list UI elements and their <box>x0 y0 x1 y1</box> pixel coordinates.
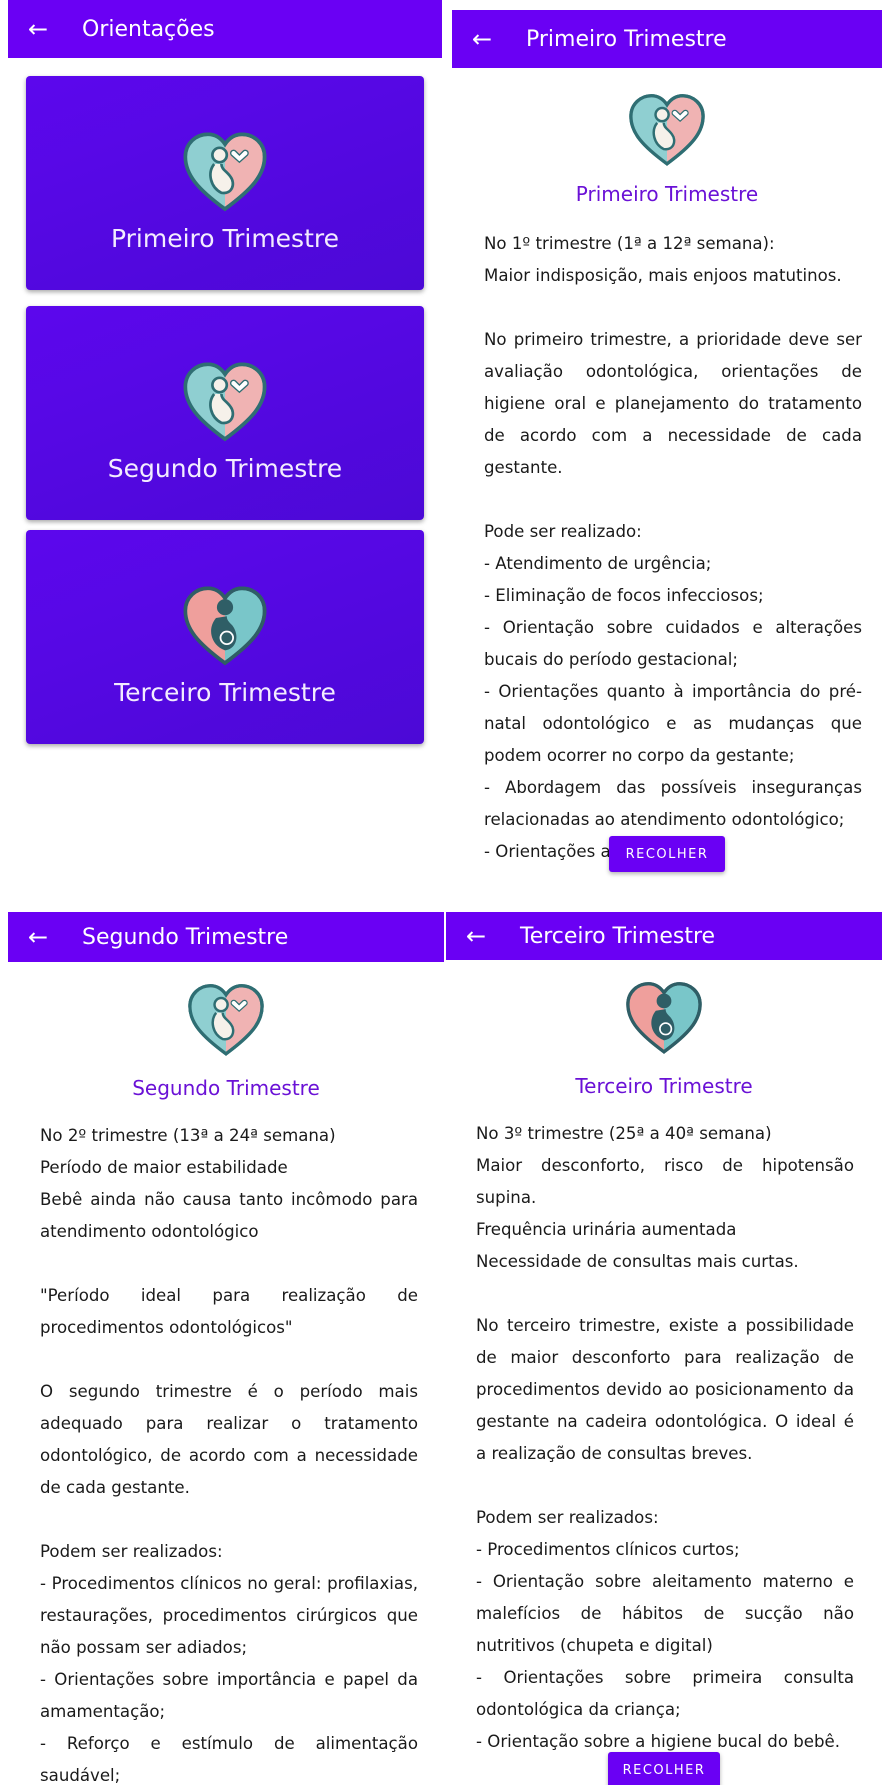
content-text: No 2º trimestre (13ª a 24ª semana) Períod… <box>40 1120 418 1785</box>
app-bar: ← Terceiro Trimestre <box>446 912 882 960</box>
content-line: - Orientação sobre cuidados e alterações… <box>484 618 862 669</box>
content-line: Pode ser realizado: <box>484 522 642 541</box>
back-arrow-icon[interactable]: ← <box>24 17 52 41</box>
card-label: Terceiro Trimestre <box>114 678 336 707</box>
content-line: - Procedimentos clínicos curtos; <box>476 1540 740 1559</box>
pregnant-heart-icon <box>180 128 270 218</box>
content-line: - Reforço e estímulo de alimentação saud… <box>40 1734 418 1785</box>
app-bar: ← Segundo Trimestre <box>8 912 444 962</box>
content-line: O segundo trimestre é o período mais ade… <box>40 1382 418 1497</box>
card-label: Segundo Trimestre <box>107 454 343 483</box>
pregnant-heart-icon <box>185 980 267 1062</box>
content-line: No primeiro trimestre, a prioridade deve… <box>484 330 862 477</box>
content-text: No 3º trimestre (25ª a 40ª semana) Maior … <box>476 1118 854 1758</box>
content-line: No 2º trimestre (13ª a 24ª semana) <box>40 1126 336 1145</box>
collapse-button[interactable]: RECOLHER <box>608 1752 720 1785</box>
trimester-card-list: Primeiro Trimestre Segundo Trimestre Ter… <box>26 76 424 746</box>
card-terceiro-trimestre[interactable]: Terceiro Trimestre <box>26 530 424 744</box>
app-bar: ← Orientações <box>8 0 442 58</box>
content-line: Podem ser realizados: <box>476 1508 659 1527</box>
content-line: - Procedimentos clínicos no geral: profi… <box>40 1574 418 1657</box>
content-line: No 3º trimestre (25ª a 40ª semana) <box>476 1124 772 1143</box>
section-heading: Segundo Trimestre <box>132 1076 320 1100</box>
card-label: Primeiro Trimestre <box>110 224 339 253</box>
content-text: No 1º trimestre (1ª a 12ª semana): Maior … <box>484 228 862 868</box>
pregnant-heart-icon <box>623 978 705 1060</box>
back-arrow-icon[interactable]: ← <box>462 924 490 948</box>
terceiro-trimestre-screen: ← Terceiro Trimestre Terceiro Trimestre … <box>446 912 882 1785</box>
orientacoes-screen: ← Orientações Primeiro Trimestre Segundo… <box>8 0 442 760</box>
segundo-trimestre-screen: ← Segundo Trimestre Segundo Trimestre No… <box>8 912 444 1785</box>
content-line: "Período ideal para realização de proced… <box>40 1286 418 1337</box>
page-title: Primeiro Trimestre <box>526 26 727 52</box>
content-line: - Atendimento de urgência; <box>484 554 712 573</box>
content-line: - Abordagem das possíveis inseguranças r… <box>484 778 862 829</box>
content-line: Necessidade de consultas mais curtas. <box>476 1252 799 1271</box>
page-title: Segundo Trimestre <box>82 924 289 950</box>
card-segundo-trimestre[interactable]: Segundo Trimestre <box>26 306 424 520</box>
content-line: Frequência urinária aumentada <box>476 1220 737 1239</box>
content-line: No terceiro trimestre, existe a possibil… <box>476 1316 854 1463</box>
content-line: - Orientações sobre importância e papel … <box>40 1670 418 1721</box>
content-line: Podem ser realizados: <box>40 1542 223 1561</box>
card-primeiro-trimestre[interactable]: Primeiro Trimestre <box>26 76 424 290</box>
section-heading: Terceiro Trimestre <box>575 1074 753 1098</box>
content-line: Maior indisposição, mais enjoos matutino… <box>484 266 842 285</box>
pregnant-heart-icon <box>180 358 270 448</box>
page-title: Orientações <box>82 16 215 42</box>
content-line: - Eliminação de focos infecciosos; <box>484 586 764 605</box>
content-line: Maior desconforto, risco de hipotensão s… <box>476 1156 854 1207</box>
app-bar: ← Primeiro Trimestre <box>452 10 882 68</box>
content-line: Bebê ainda não causa tanto incômodo para… <box>40 1190 418 1241</box>
pregnant-heart-icon <box>626 90 708 172</box>
content-line: - Orientação sobre aleitamento materno e… <box>476 1572 854 1655</box>
back-arrow-icon[interactable]: ← <box>24 925 52 949</box>
pregnant-heart-icon <box>180 582 270 672</box>
content-line: - Orientações sobre primeira consulta od… <box>476 1668 854 1719</box>
back-arrow-icon[interactable]: ← <box>468 27 496 51</box>
page-title: Terceiro Trimestre <box>520 923 716 949</box>
section-heading: Primeiro Trimestre <box>575 182 759 206</box>
content-line: - Orientações quanto à importância do pr… <box>484 682 862 765</box>
content-line: No 1º trimestre (1ª a 12ª semana): <box>484 234 775 253</box>
content-line: Período de maior estabilidade <box>40 1158 288 1177</box>
collapse-button[interactable]: RECOLHER <box>609 836 725 872</box>
primeiro-trimestre-screen: ← Primeiro Trimestre Primeiro Trimestre … <box>452 10 882 890</box>
